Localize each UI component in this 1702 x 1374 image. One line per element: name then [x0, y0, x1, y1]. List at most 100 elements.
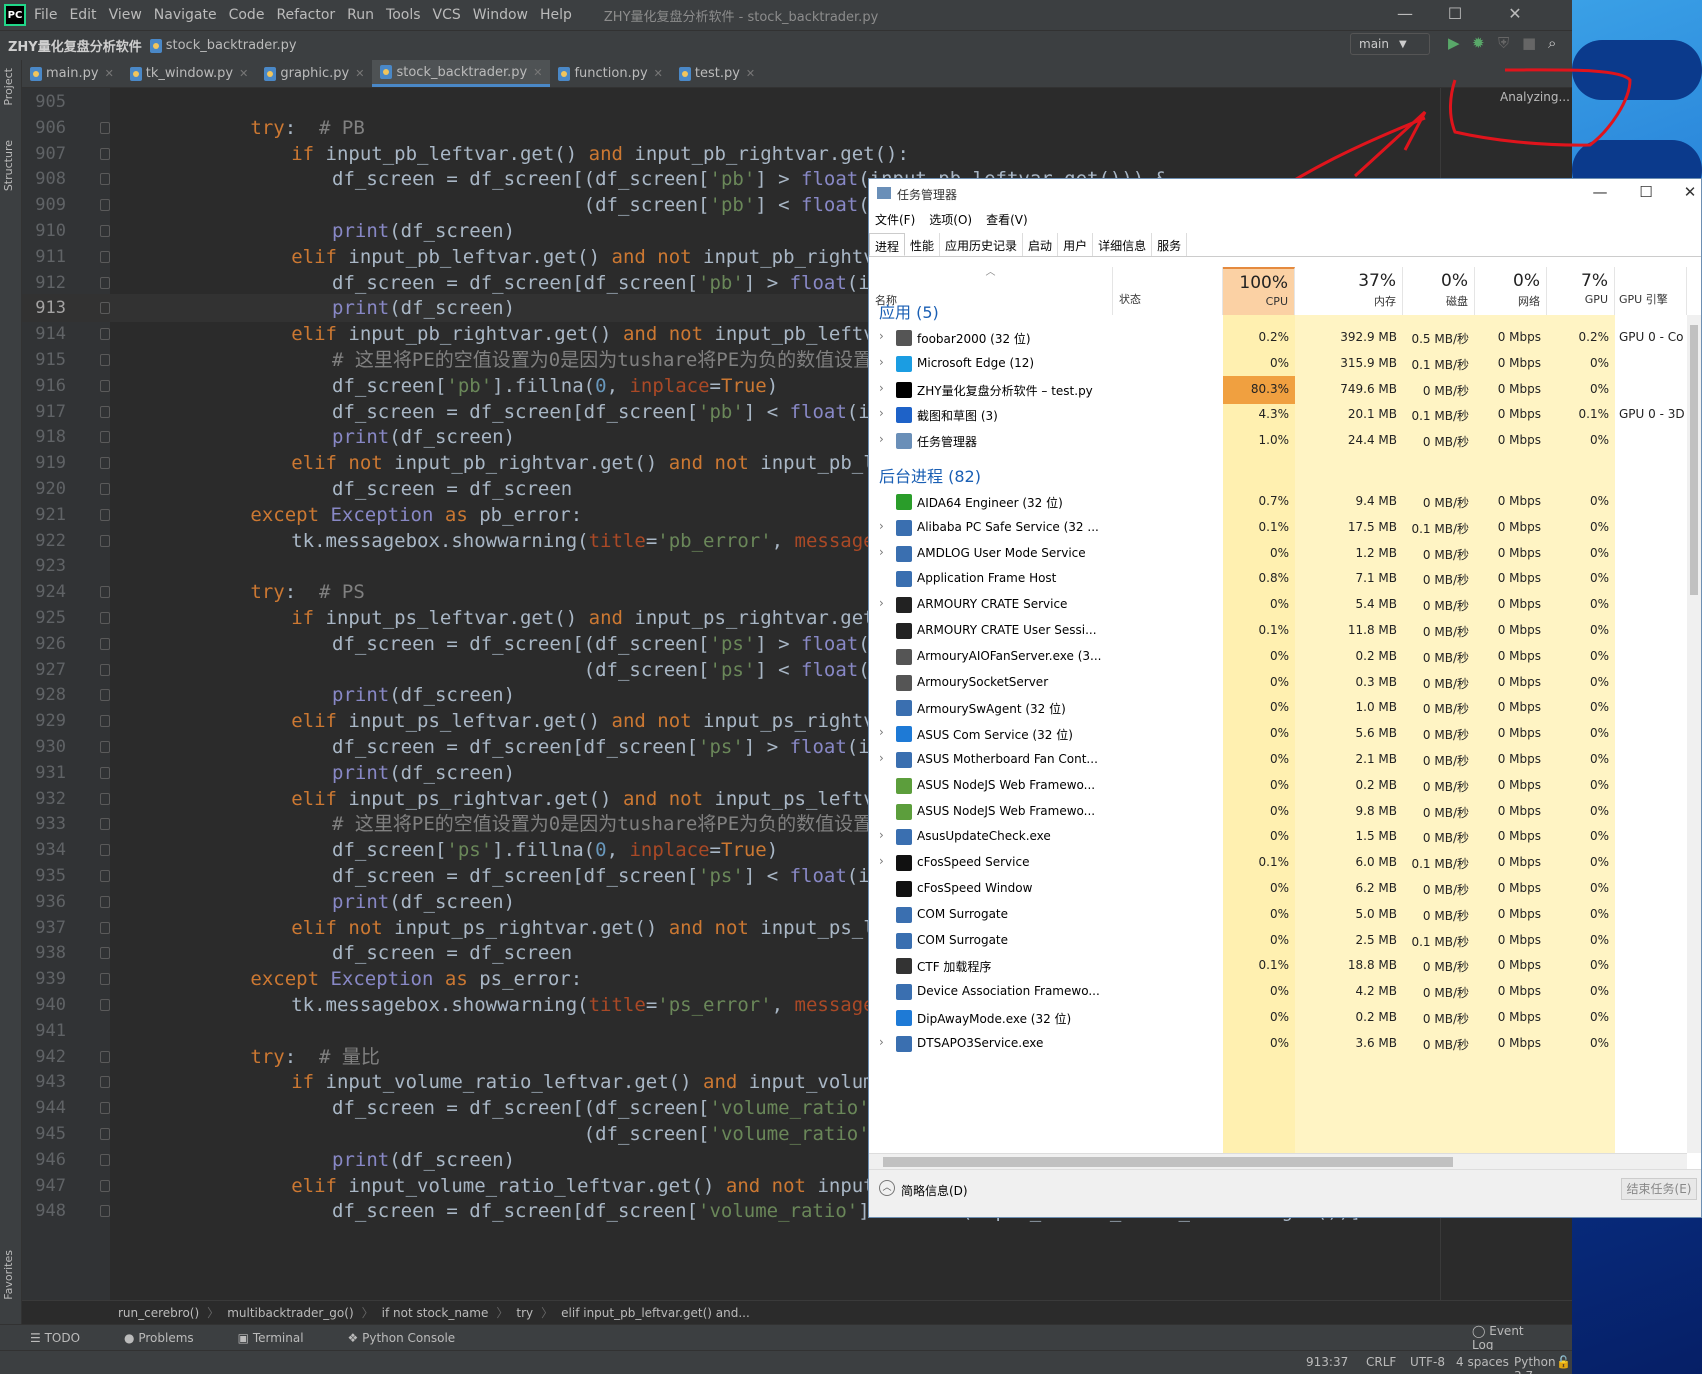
tm-menu-item[interactable]: 文件(F) [875, 211, 915, 228]
fold-marker-icon[interactable] [100, 457, 110, 470]
fold-marker-icon[interactable] [100, 328, 110, 341]
process-row[interactable]: › Microsoft Edge (12) 0% 315.9 MB 0.1 MB/秒 0 … [869, 350, 1701, 378]
structure-tool-button[interactable]: Structure [2, 140, 15, 191]
fold-marker-icon[interactable] [100, 792, 110, 805]
terminal-tool-button[interactable]: ▣ Terminal [238, 1331, 326, 1345]
fold-marker-icon[interactable] [100, 612, 110, 624]
process-row[interactable]: CTF 加载程序 0.1% 18.8 MB 0 MB/秒 0 Mbps 0% [869, 952, 1701, 980]
process-row[interactable]: DipAwayMode.exe (32 位) 0% 0.2 MB 0 MB/秒 0 Mb… [869, 1004, 1701, 1032]
process-row[interactable]: › ASUS Motherboard Fan Cont... 0% 2.1 MB 0 M… [869, 746, 1701, 774]
menu-tools[interactable]: Tools [386, 7, 421, 23]
expand-chevron-icon[interactable]: › [879, 828, 884, 842]
tm-tab[interactable]: 服务 [1152, 233, 1188, 256]
process-row[interactable]: cFosSpeed Window 0% 6.2 MB 0 MB/秒 0 Mbps 0% [869, 875, 1701, 903]
menu-vcs[interactable]: VCS [433, 7, 461, 23]
process-row[interactable]: › ZHY量化复盘分析软件 – test.py 80.3% 749.6 MB 0 MB/… [869, 375, 1701, 404]
fold-marker-icon[interactable] [100, 483, 110, 495]
vertical-scrollbar[interactable] [1687, 315, 1701, 1153]
fold-marker-icon[interactable] [100, 508, 110, 521]
caret-position[interactable]: 913:37 [1306, 1355, 1348, 1369]
close-tab-icon[interactable]: ✕ [654, 67, 663, 80]
expand-chevron-icon[interactable]: › [879, 751, 884, 765]
fold-marker-icon[interactable] [100, 276, 110, 289]
menu-view[interactable]: View [109, 7, 142, 23]
tm-tab[interactable]: 应用历史记录 [940, 233, 1024, 256]
brief-info-link[interactable]: 简略信息(D) [901, 1182, 968, 1199]
process-row[interactable]: › DTSAPO3Service.exe 0% 3.6 MB 0 MB/秒 0 Mbps 0… [869, 1030, 1701, 1058]
code-line[interactable]: 905 [22, 88, 1572, 116]
menu-window[interactable]: Window [473, 7, 528, 23]
close-icon[interactable]: ✕ [1490, 0, 1540, 28]
fold-marker-icon[interactable] [100, 147, 110, 160]
editor-tab[interactable]: test.py ✕ [671, 60, 763, 87]
process-row[interactable]: › AsusUpdateCheck.exe 0% 1.5 MB 0 MB/秒 0 Mbps… [869, 823, 1701, 851]
branch-selector[interactable]: main ▼ [1350, 33, 1430, 55]
close-tab-icon[interactable]: ✕ [533, 66, 542, 79]
close-tab-icon[interactable]: ✕ [746, 67, 755, 80]
fold-marker-icon[interactable] [100, 302, 110, 315]
expand-chevron-icon[interactable]: › [879, 432, 884, 446]
process-row[interactable]: › ARMOURY CRATE Service 0% 5.4 MB 0 MB/秒 0 Mb… [869, 591, 1701, 619]
process-row[interactable]: Device Association Framewo... 0% 4.2 MB 0 M… [869, 978, 1701, 1006]
indent-setting[interactable]: 4 spaces [1456, 1355, 1509, 1369]
breadcrumb-item[interactable]: try [516, 1306, 533, 1320]
editor-tab[interactable]: main.py ✕ [22, 60, 122, 87]
fold-marker-icon[interactable] [100, 121, 110, 134]
end-task-button[interactable]: 结束任务(E) [1621, 1178, 1697, 1200]
network-column-header[interactable]: 0% 网络 [1475, 267, 1547, 315]
fold-marker-icon[interactable] [100, 947, 110, 960]
process-row[interactable]: › ASUS Com Service (32 位) 0% 5.6 MB 0 MB/秒 0 … [869, 720, 1701, 748]
menu-file[interactable]: File [34, 7, 57, 23]
menu-refactor[interactable]: Refactor [276, 7, 335, 23]
expand-chevron-icon[interactable]: › [879, 596, 884, 610]
current-file[interactable]: stock_backtrader.py [166, 38, 297, 53]
code-line[interactable]: 906 try: # PB [22, 114, 1572, 142]
expand-chevron-icon[interactable]: › [879, 519, 884, 533]
editor-tab[interactable]: function.py ✕ [550, 60, 670, 87]
process-row[interactable]: › AMDLOG User Mode Service 0% 1.2 MB 0 MB/秒 0… [869, 540, 1701, 568]
stop-icon[interactable]: ■ [1522, 34, 1536, 52]
fold-marker-icon[interactable] [100, 1153, 110, 1166]
code-line[interactable]: 907 if input_pb_leftvar.get() and input_p… [22, 140, 1572, 168]
editor-tab[interactable]: tk_window.py ✕ [122, 60, 257, 87]
fold-marker-icon[interactable] [100, 586, 110, 599]
process-row[interactable]: › foobar2000 (32 位) 0.2% 392.9 MB 0.5 MB/秒 0 … [869, 324, 1701, 352]
debug-icon[interactable]: ✹ [1472, 34, 1485, 52]
close-icon[interactable]: ✕ [1667, 183, 1702, 201]
process-row[interactable]: Application Frame Host 0.8% 7.1 MB 0 MB/秒 0 … [869, 565, 1701, 593]
process-row[interactable]: ArmourySocketServer 0% 0.3 MB 0 MB/秒 0 Mbps 0… [869, 669, 1701, 697]
menu-edit[interactable]: Edit [69, 7, 96, 23]
problems-tool-button[interactable]: ● Problems [124, 1331, 216, 1345]
process-row[interactable]: ArmouryAIOFanServer.exe (3... 0% 0.2 MB 0 M… [869, 643, 1701, 671]
breadcrumb-item[interactable]: run_cerebro() [118, 1306, 199, 1320]
tm-tab[interactable]: 进程 [869, 233, 906, 256]
fold-marker-icon[interactable] [100, 431, 110, 444]
cpu-column-header[interactable]: 100% CPU [1223, 267, 1295, 315]
close-tab-icon[interactable]: ✕ [105, 67, 114, 80]
process-row[interactable]: ARMOURY CRATE User Sessi... 0.1% 11.8 MB 0 … [869, 617, 1701, 645]
expand-chevron-icon[interactable]: › [879, 725, 884, 739]
fold-marker-icon[interactable] [100, 818, 110, 831]
process-row[interactable]: COM Surrogate 0% 2.5 MB 0.1 MB/秒 0 Mbps 0% [869, 927, 1701, 955]
fold-marker-icon[interactable] [100, 173, 110, 186]
favorites-tool-button[interactable]: Favorites [2, 1250, 15, 1300]
process-row[interactable]: › cFosSpeed Service 0.1% 6.0 MB 0.1 MB/秒 0 Mb… [869, 849, 1701, 877]
fold-marker-icon[interactable] [100, 379, 110, 392]
close-tab-icon[interactable]: ✕ [355, 67, 364, 80]
status-column-header[interactable]: 状态 [1113, 267, 1223, 315]
fold-marker-icon[interactable] [100, 405, 110, 418]
fold-marker-icon[interactable] [100, 844, 110, 857]
run-icon[interactable]: ▶ [1448, 34, 1460, 52]
line-separator[interactable]: CRLF [1366, 1355, 1396, 1369]
tm-tab[interactable]: 启动 [1023, 233, 1059, 256]
menu-run[interactable]: Run [347, 7, 374, 23]
gpu-column-header[interactable]: 7% GPU [1547, 267, 1615, 315]
fold-marker-icon[interactable] [100, 715, 110, 728]
memory-column-header[interactable]: 37% 内存 [1295, 267, 1403, 315]
process-row[interactable]: › 截图和草图 (3) 4.3% 20.1 MB 0.1 MB/秒 0 Mbps 0.1% G… [869, 401, 1701, 429]
process-row[interactable]: ArmourySwAgent (32 位) 0% 1.0 MB 0 MB/秒 0 Mbp… [869, 694, 1701, 722]
maximize-icon[interactable]: ☐ [1430, 0, 1480, 28]
fold-marker-icon[interactable] [100, 741, 110, 753]
project-tool-button[interactable]: Project [2, 68, 15, 106]
project-name[interactable]: ZHY量化复盘分析软件 [8, 36, 142, 55]
